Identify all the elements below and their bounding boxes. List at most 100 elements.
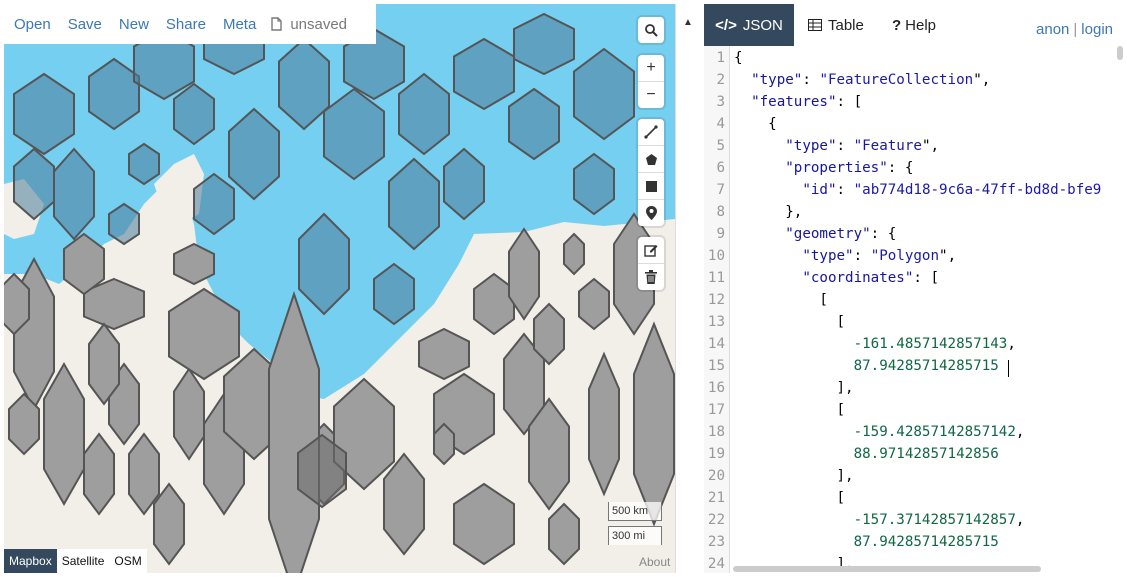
hexbin-cell [563, 232, 585, 276]
search-button[interactable] [638, 17, 664, 43]
code-line: 88.97142857142856 [853, 446, 999, 462]
horizontal-scrollbar[interactable] [733, 566, 1041, 572]
unsaved-label: unsaved [290, 15, 348, 33]
code-line: [ [734, 292, 828, 308]
menu-share[interactable]: Share [158, 16, 215, 33]
rectangle-icon [645, 180, 657, 192]
layer-osm[interactable]: OSM [109, 549, 147, 573]
geocoder-control [638, 17, 664, 43]
hexbin-cell [128, 142, 160, 186]
code-line: "type": "Feature", [785, 138, 940, 154]
top-menu: Open Save New Share Meta unsaved [4, 4, 376, 44]
layer-mapbox[interactable]: Mapbox [4, 549, 57, 573]
line-number: 12 [707, 292, 725, 308]
login-link[interactable]: login [1081, 21, 1113, 38]
text-cursor [1007, 360, 1009, 377]
help-icon: ? [892, 16, 902, 34]
code-line: 87.94285714285715 [853, 358, 999, 374]
scale-bar-km: 500 km [608, 502, 662, 521]
tab-help[interactable]: ? Help [892, 4, 936, 46]
layer-switcher: Mapbox Satellite OSM [4, 549, 147, 573]
line-number: 2 [716, 72, 725, 88]
vertical-scrollbar[interactable] [1117, 46, 1123, 60]
edit-layers-button[interactable] [638, 237, 664, 264]
file-icon [271, 17, 283, 31]
layer-satellite[interactable]: Satellite [56, 549, 110, 573]
line-number: 10 [707, 248, 725, 264]
code-line: [ [734, 314, 846, 330]
line-number: 19 [707, 446, 725, 462]
draw-rectangle-button[interactable] [638, 173, 664, 200]
line-number: 22 [707, 512, 725, 528]
code-line: "type": "Polygon", [802, 248, 957, 264]
map-canvas[interactable] [4, 4, 675, 573]
table-icon [808, 19, 822, 31]
code-line: [ [734, 402, 846, 418]
menu-open[interactable]: Open [4, 16, 60, 33]
hexbin-cell [108, 202, 140, 246]
code-line: "geometry": { [785, 226, 897, 242]
edit-control [638, 237, 664, 290]
line-number: 16 [707, 380, 725, 396]
code-icon: </> [715, 16, 737, 34]
line-number: 3 [716, 94, 725, 110]
tab-json[interactable]: </> JSON [704, 4, 794, 46]
pane-tabs: </> JSON Table ? Help anon | login [704, 4, 1127, 46]
tab-json-label: JSON [742, 16, 783, 34]
code-line: 87.94285714285715 [853, 534, 999, 550]
code-line: -157.37142857142857, [853, 512, 1025, 528]
line-number: 17 [707, 402, 725, 418]
code-line: "coordinates": [ [802, 270, 940, 286]
json-editor[interactable]: 1 2 3 4 5 6 7 8 9 10 11 12 13 14 15 16 17 18 19 20 21 22 23 24 … [704, 46, 1127, 573]
anon-link[interactable]: anon [1036, 21, 1069, 38]
hexbin-cell [578, 277, 610, 331]
draw-control [638, 119, 664, 226]
draw-polygon-button[interactable] [638, 146, 664, 173]
line-number: 15 [707, 358, 725, 374]
line-number: 5 [716, 138, 725, 154]
pane-divider[interactable] [675, 4, 705, 573]
hexbin-cell [173, 242, 215, 286]
line-number: 23 [707, 534, 725, 550]
line-number: 4 [716, 116, 725, 132]
line-icon [644, 125, 658, 139]
code-line: "properties": { [785, 160, 914, 176]
code-line: { [734, 50, 743, 66]
about-link[interactable]: About [639, 555, 670, 569]
line-gutter: 1 2 3 4 5 6 7 8 9 10 11 12 13 14 15 16 17 18 19 20 21 22 23 24 [704, 46, 730, 573]
trash-icon [645, 270, 657, 284]
code-line: { [734, 116, 777, 132]
collapse-icon[interactable]: ▲ [683, 17, 693, 28]
code-line: -159.42857142857142, [853, 424, 1025, 440]
line-number: 6 [716, 160, 725, 176]
hexbin-cell [433, 422, 455, 466]
zoom-control: + − [638, 55, 664, 108]
marker-icon [645, 206, 657, 220]
save-status: unsaved [265, 16, 347, 33]
polygon-icon [645, 153, 657, 165]
tab-table-label: Table [828, 16, 864, 34]
code-line: ], [734, 468, 854, 484]
tab-table[interactable]: Table [808, 4, 864, 46]
line-number: 7 [716, 182, 725, 198]
auth-links: anon | login [1036, 21, 1113, 38]
zoom-out-button[interactable]: − [638, 82, 664, 108]
line-number: 1 [716, 50, 725, 66]
search-icon [644, 23, 658, 37]
delete-layers-button[interactable] [638, 264, 664, 290]
code-line: [ [734, 490, 846, 506]
tab-help-label: Help [905, 16, 937, 34]
draw-marker-button[interactable] [638, 200, 664, 226]
menu-meta[interactable]: Meta [215, 16, 265, 33]
code-line: }, [734, 204, 803, 220]
auth-separator: | [1073, 21, 1078, 38]
code-line: -161.4857142857143, [853, 336, 1016, 352]
zoom-in-button[interactable]: + [638, 55, 664, 82]
line-number: 8 [716, 204, 725, 220]
menu-save[interactable]: Save [60, 16, 111, 33]
draw-line-button[interactable] [638, 119, 664, 146]
line-number: 21 [707, 490, 725, 506]
line-number: 20 [707, 468, 725, 484]
menu-new[interactable]: New [111, 16, 158, 33]
line-number: 14 [707, 336, 725, 352]
